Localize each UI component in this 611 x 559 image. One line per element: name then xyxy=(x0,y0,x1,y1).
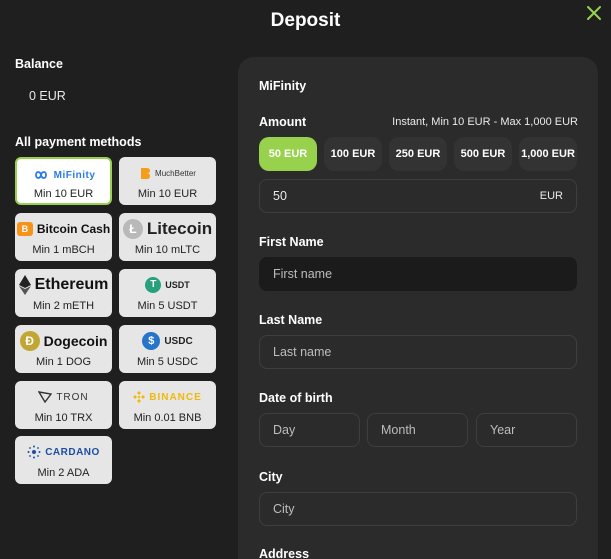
mifinity-wordmark: MiFinity xyxy=(53,169,96,181)
ethereum-wordmark: Ethereum xyxy=(34,276,109,293)
method-min: Min 2 ADA xyxy=(37,467,90,479)
last-name-field[interactable]: Last name xyxy=(259,335,577,369)
mifinity-logo: MiFinity xyxy=(17,165,110,185)
binance-logo: BINANCE xyxy=(119,387,216,407)
binance-icon xyxy=(133,391,146,403)
litecoin-logo: Ł Litecoin xyxy=(119,219,216,239)
selected-method-title: MiFinity xyxy=(259,79,307,93)
currency-label: EUR xyxy=(539,190,563,202)
usdt-logo: T USDT xyxy=(119,275,216,295)
dogecoin-wordmark: Dogecoin xyxy=(43,333,108,349)
preset-500-eur[interactable]: 500 EUR xyxy=(454,137,512,171)
dogecoin-icon: Ð xyxy=(19,331,40,351)
amount-label: Amount xyxy=(259,115,307,129)
method-tron[interactable]: TRON Min 10 TRX xyxy=(15,381,112,429)
method-min: Min 2 mETH xyxy=(32,300,95,312)
amount-input[interactable]: 50 EUR xyxy=(259,179,577,213)
tron-logo: TRON xyxy=(15,387,112,407)
method-usdt[interactable]: T USDT Min 5 USDT xyxy=(119,269,216,317)
tron-icon xyxy=(38,391,53,403)
cardano-logo: CARDANO xyxy=(15,442,112,462)
method-cardano[interactable]: CARDANO Min 2 ADA xyxy=(15,436,112,484)
usdc-logo: $ USDC xyxy=(119,331,216,351)
method-usdc[interactable]: $ USDC Min 5 USDC xyxy=(119,325,216,373)
dob-month-placeholder: Month xyxy=(381,423,416,437)
usdc-wordmark: USDC xyxy=(164,335,193,347)
cardano-icon xyxy=(27,445,41,459)
last-name-placeholder: Last name xyxy=(273,345,332,359)
dob-day-select[interactable]: Day xyxy=(259,413,360,447)
muchbetter-wordmark: MuchBetter xyxy=(155,168,196,178)
balance-value: 0 EUR xyxy=(29,89,66,103)
ethereum-logo: Ethereum xyxy=(15,275,112,295)
litecoin-wordmark: Litecoin xyxy=(146,219,213,238)
dob-year-placeholder: Year xyxy=(490,423,516,437)
payment-methods-heading: All payment methods xyxy=(15,135,142,149)
method-litecoin[interactable]: Ł Litecoin Min 10 mLTC xyxy=(119,213,216,261)
usdc-icon: $ xyxy=(142,332,161,350)
method-muchbetter[interactable]: MuchBetter Min 10 EUR xyxy=(119,157,216,205)
infinity-icon xyxy=(34,171,47,179)
muchbetter-icon xyxy=(141,168,151,179)
bitcoin-cash-logo: B Bitcoin Cash xyxy=(15,219,112,239)
litecoin-icon: Ł xyxy=(122,219,143,239)
usdt-wordmark: USDT xyxy=(165,280,190,290)
tron-wordmark: TRON xyxy=(56,391,89,403)
balance-label: Balance xyxy=(15,57,63,71)
method-mifinity[interactable]: MiFinity Min 10 EUR xyxy=(15,157,112,205)
binance-wordmark: BINANCE xyxy=(149,391,202,403)
cardano-wordmark: CARDANO xyxy=(45,446,100,458)
method-ethereum[interactable]: Ethereum Min 2 mETH xyxy=(15,269,112,317)
muchbetter-logo: MuchBetter xyxy=(119,163,216,183)
address-label: Address xyxy=(259,547,310,559)
preset-1000-eur[interactable]: 1,000 EUR xyxy=(519,137,577,171)
first-name-placeholder: First name xyxy=(273,267,333,281)
bitcoin-cash-wordmark: Bitcoin Cash xyxy=(36,222,111,236)
tether-icon: T xyxy=(145,277,162,293)
first-name-label: First Name xyxy=(259,235,324,249)
dogecoin-logo: Ð Dogecoin xyxy=(15,331,112,351)
method-min: Min 10 EUR xyxy=(137,188,198,200)
method-min: Min 5 USDC xyxy=(136,356,199,368)
last-name-label: Last Name xyxy=(259,313,323,327)
preset-50-eur[interactable]: 50 EUR xyxy=(259,137,317,171)
dob-label: Date of birth xyxy=(259,391,333,405)
method-min: Min 10 mLTC xyxy=(134,244,201,256)
city-placeholder: City xyxy=(273,502,295,516)
deposit-form-panel: MiFinity Amount Instant, Min 10 EUR - Ma… xyxy=(238,57,598,559)
bitcoin-cash-icon: B xyxy=(16,222,33,236)
ethereum-icon xyxy=(18,275,31,295)
method-binance[interactable]: BINANCE Min 0.01 BNB xyxy=(119,381,216,429)
amount-value: 50 xyxy=(273,189,287,203)
dob-day-placeholder: Day xyxy=(273,423,296,437)
method-bitcoin-cash[interactable]: B Bitcoin Cash Min 1 mBCH xyxy=(15,213,112,261)
method-min: Min 10 EUR xyxy=(33,188,94,200)
method-min: Min 10 TRX xyxy=(34,412,93,424)
first-name-field[interactable]: First name xyxy=(259,257,577,291)
close-icon[interactable] xyxy=(585,4,603,22)
method-min: Min 1 DOG xyxy=(35,356,91,368)
modal-title: Deposit xyxy=(270,10,341,31)
dob-year-select[interactable]: Year xyxy=(476,413,577,447)
method-min: Min 0.01 BNB xyxy=(133,412,202,424)
method-min: Min 5 USDT xyxy=(137,300,198,312)
preset-250-eur[interactable]: 250 EUR xyxy=(389,137,447,171)
dob-month-select[interactable]: Month xyxy=(367,413,468,447)
amount-limits: Instant, Min 10 EUR - Max 1,000 EUR xyxy=(392,116,578,128)
city-label: City xyxy=(259,470,283,484)
preset-100-eur[interactable]: 100 EUR xyxy=(324,137,382,171)
method-dogecoin[interactable]: Ð Dogecoin Min 1 DOG xyxy=(15,325,112,373)
city-field[interactable]: City xyxy=(259,492,577,526)
method-min: Min 1 mBCH xyxy=(32,244,95,256)
